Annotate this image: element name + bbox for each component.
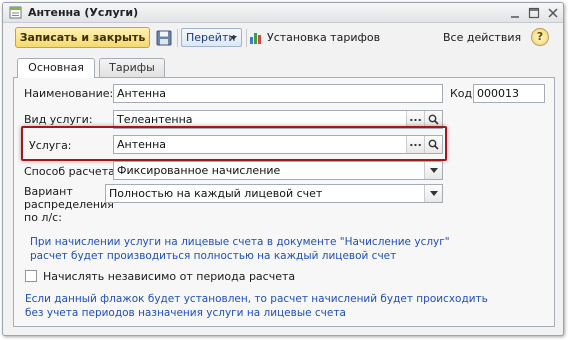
distribution-label-line-3: по л/с: xyxy=(24,211,62,224)
open-button[interactable] xyxy=(424,136,442,153)
checkbox-info-line-2: без учета периодов назначения услуги на … xyxy=(25,307,346,319)
name-label: Наименование: xyxy=(24,87,114,100)
dropdown-button[interactable] xyxy=(424,162,442,179)
distribution-label-line-2: распределения xyxy=(24,198,114,211)
help-button[interactable]: ? xyxy=(531,28,549,46)
goto-label: Перейти xyxy=(186,31,236,44)
save-icon[interactable] xyxy=(155,29,173,47)
code-label: Код: xyxy=(450,87,476,100)
toolbar-separator xyxy=(177,29,178,47)
chart-icon xyxy=(250,33,261,44)
checkbox-info-line-1: Если данный флажок будет установлен, то … xyxy=(25,293,488,305)
magnifier-icon xyxy=(428,139,439,150)
tab-tariffs[interactable]: Тарифы xyxy=(99,58,165,77)
maximize-icon[interactable] xyxy=(527,7,541,19)
independent-period-checkbox[interactable] xyxy=(25,270,37,282)
window-title: Антенна (Услуги) xyxy=(28,6,139,19)
set-tariffs-button[interactable]: Установка тарифов xyxy=(249,28,380,47)
code-field[interactable]: 000013 xyxy=(473,84,545,103)
form-icon xyxy=(9,6,22,19)
goto-menu-button[interactable]: Перейти xyxy=(181,28,242,47)
service-field[interactable]: Антенна ... xyxy=(113,135,443,154)
independent-period-label[interactable]: Начислять независимо от периода расчета xyxy=(43,270,295,283)
distribution-info-line-2: расчет будет производиться полностью на … xyxy=(30,250,397,262)
toolbar-separator xyxy=(246,29,247,47)
dropdown-button[interactable] xyxy=(424,185,442,202)
toolbar: Записать и закрыть Перейти Установка тар… xyxy=(3,23,563,53)
distribution-label-line-1: Вариант xyxy=(24,185,73,198)
calc-method-label: Способ расчета: xyxy=(24,165,119,178)
chevron-down-icon xyxy=(230,36,237,40)
close-icon[interactable] xyxy=(546,7,560,19)
all-actions-button[interactable]: Все действия xyxy=(443,28,538,47)
menu-icon[interactable] xyxy=(508,7,522,19)
calc-method-value: Фиксированное начисление xyxy=(117,164,281,177)
service-value: Антенна xyxy=(117,138,167,151)
service-label: Услуга: xyxy=(29,139,72,152)
calc-method-select[interactable]: Фиксированное начисление xyxy=(113,161,443,180)
save-and-close-button[interactable]: Записать и закрыть xyxy=(15,27,150,48)
service-type-label: Вид услуги: xyxy=(24,113,93,126)
title-bar: Антенна (Услуги) xyxy=(3,3,563,23)
tab-main[interactable]: Основная xyxy=(17,58,95,78)
set-tariffs-label: Установка тарифов xyxy=(267,31,381,44)
name-field[interactable]: Антенна xyxy=(113,84,443,103)
triangle-down-icon xyxy=(429,168,438,173)
distribution-info-line-1: При начислении услуги на лицевые счета в… xyxy=(30,236,450,248)
triangle-down-icon xyxy=(429,191,438,196)
all-actions-label: Все действия xyxy=(443,31,522,44)
select-button[interactable]: ... xyxy=(406,136,424,153)
service-type-value: Телеантенна xyxy=(117,113,193,126)
service-window: Антенна (Услуги) Записать и закрыть Пере… xyxy=(2,2,564,336)
magnifier-icon xyxy=(428,114,439,125)
distribution-value: Полностью на каждый лицевой счет xyxy=(109,187,323,200)
distribution-select[interactable]: Полностью на каждый лицевой счет xyxy=(105,184,443,203)
